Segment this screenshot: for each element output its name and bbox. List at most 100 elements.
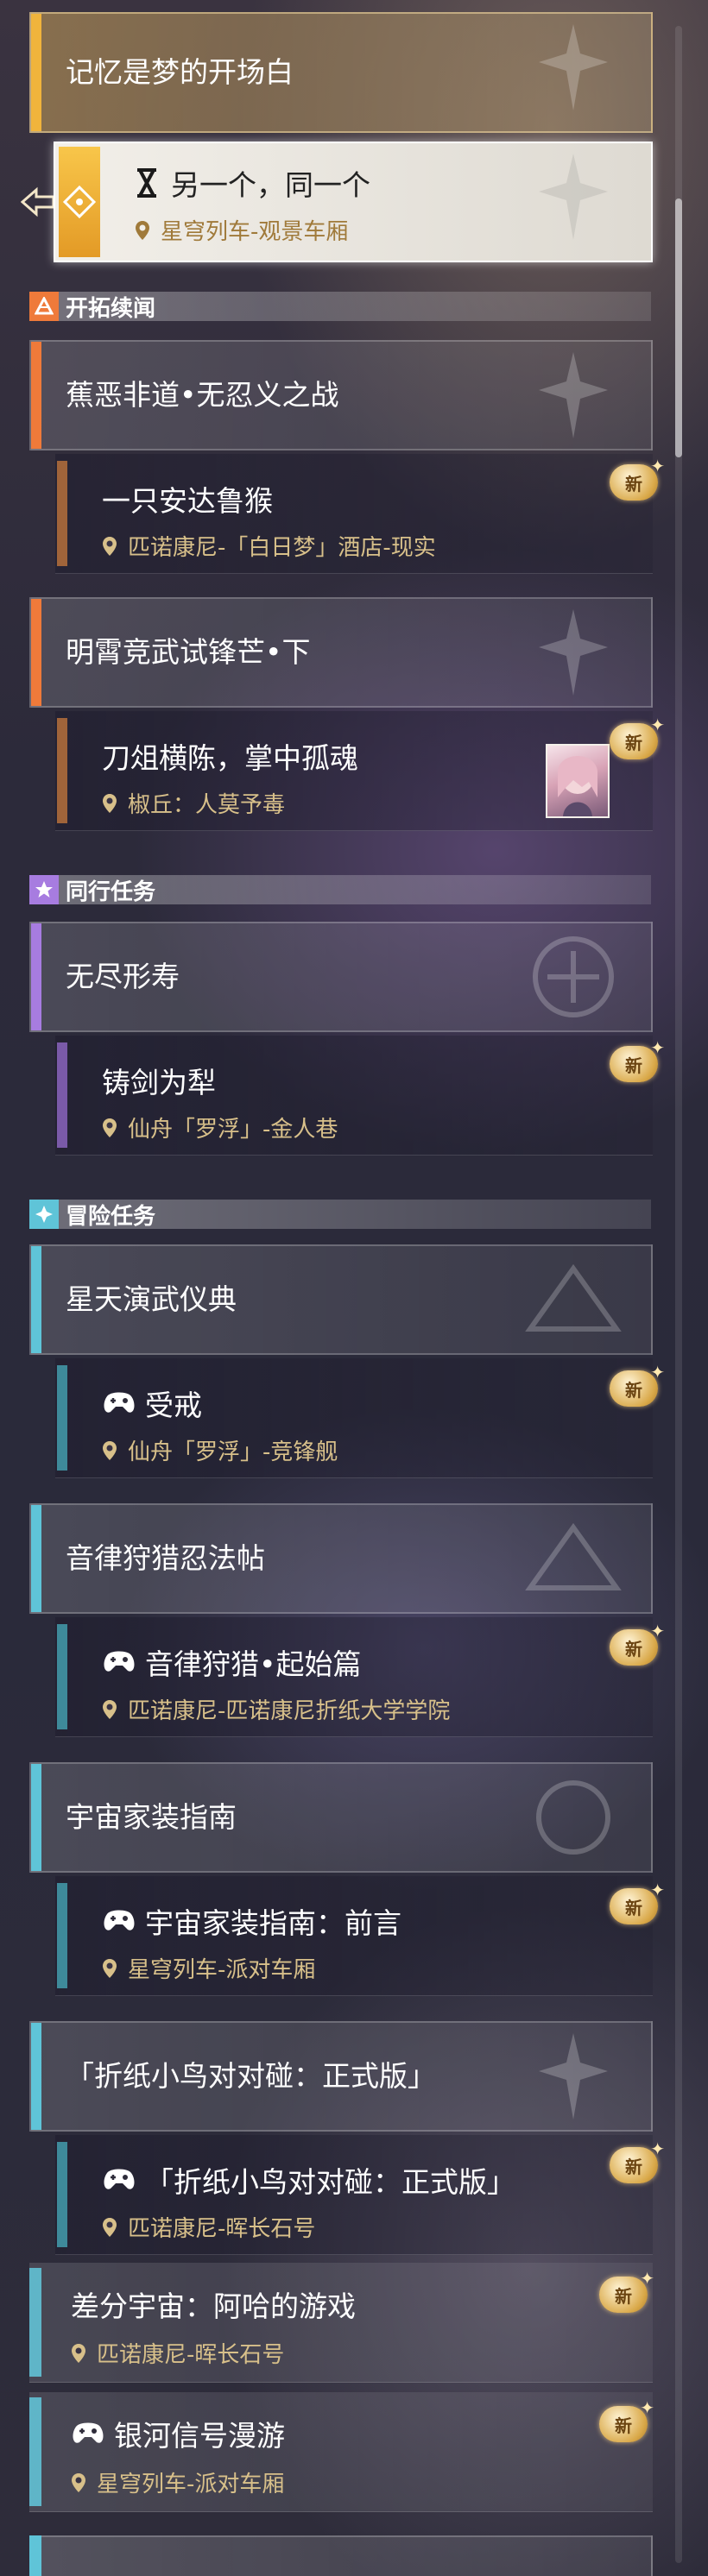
tracking-arrow-icon — [21, 186, 55, 217]
quest-title: 宇宙家装指南 — [66, 1800, 237, 1834]
quest-card[interactable]: 星天演武仪典 — [29, 1244, 653, 1355]
task-row[interactable]: 一只安达鲁猴 匹诺康尼-「白日梦」酒店-现实 — [55, 454, 653, 574]
selected-quest-gold-tab — [59, 147, 100, 257]
section-title: 开拓续闻 — [66, 295, 156, 322]
task-name: 「折纸小鸟对对碰：正式版」 — [145, 2165, 515, 2199]
sparkle-icon: ✦ — [650, 456, 665, 476]
task-location: 椒丘：人莫予毒 — [128, 792, 286, 818]
selected-quest-card[interactable]: 另一个，同一个 星穹列车-观景车厢 — [54, 142, 653, 262]
task-name: 刀俎横陈，掌中孤魂 — [102, 741, 358, 775]
quest-title: 星天演武仪典 — [66, 1282, 237, 1316]
task-name: 受戒 — [145, 1389, 202, 1422]
section-title: 冒险任务 — [66, 1203, 156, 1230]
gamepad-icon — [104, 1392, 135, 1413]
task-name: 差分宇宙：阿哈的游戏 — [71, 2289, 356, 2323]
task-name: 一只安达鲁猴 — [102, 484, 273, 518]
task-row[interactable]: 「折纸小鸟对对碰：正式版」 匹诺康尼-晖长石号 — [55, 2135, 653, 2255]
quest-card[interactable]: 无尽形寿 — [29, 922, 653, 1032]
section-header-trailblaze: 开拓续闻 — [29, 292, 651, 322]
task-location-row: 星穹列车-派对车厢 — [71, 2466, 284, 2498]
task-row[interactable]: 银河信号漫游 星穹列车-派对车厢 — [29, 2392, 653, 2512]
new-badge: 新 ✦ — [610, 1881, 665, 1926]
quest-title: 「折纸小鸟对对碰：正式版」 — [66, 2059, 436, 2093]
selected-quest-title-row: 另一个，同一个 — [135, 162, 370, 204]
task-location-row: 匹诺康尼-晖长石号 — [102, 2211, 315, 2243]
location-pin-icon — [103, 793, 117, 813]
location-pin-icon — [72, 2472, 85, 2492]
adventure-icon — [29, 1200, 59, 1229]
next-quest-card-edge[interactable] — [29, 2535, 653, 2576]
sparkle-icon: ✦ — [640, 2268, 654, 2289]
new-badge: 新 ✦ — [610, 1039, 665, 1084]
task-location: 匹诺康尼-「白日梦」酒店-现实 — [128, 535, 436, 561]
task-name-row: 受戒 — [102, 1382, 202, 1424]
quest-card[interactable]: 明霄竞武试锋芒•下 — [29, 597, 653, 708]
quest-card[interactable]: 宇宙家装指南 — [29, 1762, 653, 1873]
quest-title: 无尽形寿 — [66, 960, 180, 993]
task-location-row: 匹诺康尼-匹诺康尼折纸大学学院 — [102, 1693, 450, 1725]
quest-emblem-decoration — [539, 609, 608, 696]
new-badge: 新 ✦ — [610, 1622, 665, 1667]
task-location-row: 匹诺康尼-「白日梦」酒店-现实 — [102, 530, 436, 562]
quest-emblem-decoration — [525, 1522, 622, 1590]
task-name: 银河信号漫游 — [114, 2419, 285, 2453]
task-row[interactable]: 宇宙家装指南：前言 星穹列车-派对车厢 — [55, 1876, 653, 1996]
new-badge: 新 ✦ — [610, 716, 665, 761]
new-badge: 新 ✦ — [610, 1364, 665, 1408]
quest-title: 音律狩猎忍法帖 — [66, 1541, 265, 1575]
main-quest-card[interactable]: 记忆是梦的开场白 — [29, 12, 653, 133]
task-location: 星穹列车-派对车厢 — [128, 1957, 316, 1983]
quest-emblem-decoration — [539, 154, 608, 240]
selected-quest-location-row: 星穹列车-观景车厢 — [135, 214, 348, 246]
quest-card[interactable]: 音律狩猎忍法帖 — [29, 1503, 653, 1614]
sparkle-icon: ✦ — [650, 1880, 665, 1900]
scrollbar-thumb[interactable] — [675, 198, 682, 457]
sparkle-icon: ✦ — [650, 1621, 665, 1641]
sparkle-icon: ✦ — [650, 715, 665, 735]
quest-title: 蕉恶非道•无忍义之战 — [66, 378, 339, 412]
location-pin-icon — [103, 1958, 117, 1978]
task-location-row: 星穹列车-派对车厢 — [102, 1952, 315, 1984]
task-name: 铸剑为犁 — [102, 1066, 216, 1099]
sparkle-icon: ✦ — [650, 1037, 665, 1058]
section-header-companion: 同行任务 — [29, 875, 651, 905]
section-header-adventure: 冒险任务 — [29, 1200, 651, 1230]
task-location: 匹诺康尼-晖长石号 — [128, 2216, 316, 2242]
location-pin-icon — [103, 1440, 117, 1460]
task-name-row: 银河信号漫游 — [71, 2413, 285, 2454]
quest-emblem-decoration — [539, 2033, 608, 2119]
gamepad-icon — [104, 1651, 135, 1672]
new-badge: 新 ✦ — [599, 2399, 654, 2444]
quest-emblem-decoration — [525, 1263, 622, 1332]
scrollbar[interactable] — [675, 26, 682, 2563]
quest-card[interactable]: 蕉恶非道•无忍义之战 — [29, 340, 653, 450]
task-row[interactable]: 音律狩猎•起始篇 匹诺康尼-匹诺康尼折纸大学学院 — [55, 1617, 653, 1737]
quest-card[interactable]: 「折纸小鸟对对碰：正式版」 — [29, 2021, 653, 2132]
location-pin-icon — [103, 1118, 117, 1137]
task-location: 星穹列车-派对车厢 — [97, 2472, 285, 2497]
location-pin-icon — [103, 2217, 117, 2237]
gamepad-icon — [104, 2169, 135, 2189]
task-location-row: 仙舟「罗浮」-金人巷 — [102, 1112, 338, 1143]
hourglass-icon — [137, 168, 156, 198]
task-row[interactable]: 差分宇宙：阿哈的游戏 匹诺康尼-晖长石号 — [29, 2263, 653, 2383]
location-pin-icon — [103, 1699, 117, 1719]
task-name-row: 宇宙家装指南：前言 — [102, 1900, 401, 1942]
new-badge: 新 ✦ — [610, 2140, 665, 2185]
task-row[interactable]: 铸剑为犁 仙舟「罗浮」-金人巷 — [55, 1036, 653, 1156]
task-name: 音律狩猎•起始篇 — [145, 1647, 362, 1681]
target-icon — [62, 185, 97, 219]
new-badge: 新 ✦ — [599, 2270, 654, 2315]
task-row[interactable]: 刀俎横陈，掌中孤魂 椒丘：人莫予毒 — [55, 711, 653, 831]
task-location: 仙舟「罗浮」-金人巷 — [128, 1117, 338, 1143]
selected-quest-title: 另一个，同一个 — [171, 168, 370, 202]
location-pin-icon — [72, 2343, 85, 2363]
selected-quest-location: 星穹列车-观景车厢 — [161, 219, 349, 245]
quest-title: 明霄竞武试锋芒•下 — [66, 635, 311, 669]
sparkle-icon: ✦ — [650, 1362, 665, 1382]
task-row[interactable]: 受戒 仙舟「罗浮」-竞锋舰 — [55, 1358, 653, 1478]
sparkle-icon: ✦ — [640, 2397, 654, 2418]
task-name: 宇宙家装指南：前言 — [145, 1906, 401, 1940]
quest-emblem-decoration — [539, 24, 608, 110]
task-name-row: 「折纸小鸟对对碰：正式版」 — [102, 2159, 515, 2201]
